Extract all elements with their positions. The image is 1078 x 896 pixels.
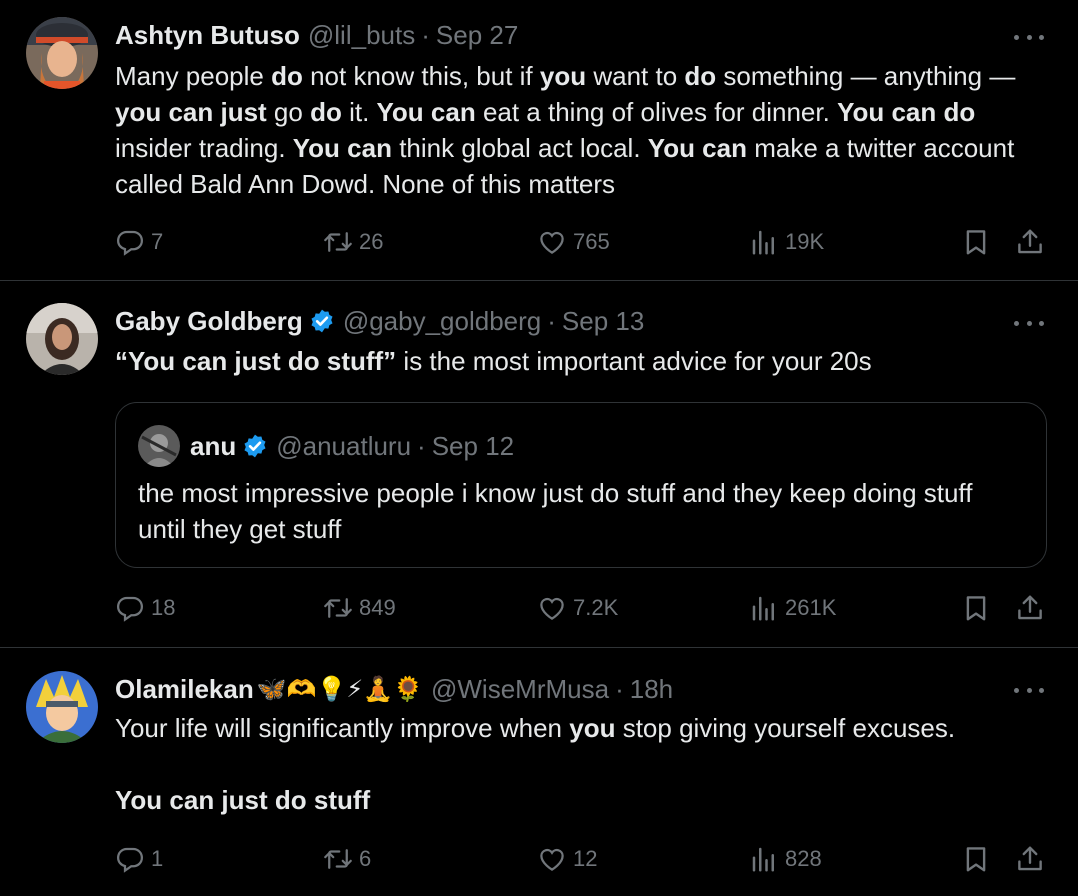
action-bar: 1 6 12 828 bbox=[115, 841, 1050, 877]
views-count: 19K bbox=[785, 229, 825, 254]
reply-button[interactable]: 1 bbox=[115, 841, 163, 877]
more-icon[interactable] bbox=[1014, 313, 1044, 333]
more-icon[interactable] bbox=[1014, 27, 1044, 47]
retweet-count: 26 bbox=[359, 229, 384, 254]
author-name[interactable]: Gaby Goldberg bbox=[115, 305, 303, 337]
views-button[interactable]: 19K bbox=[749, 224, 824, 260]
heart-icon bbox=[537, 844, 567, 874]
author-name[interactable]: Ashtyn Butuso bbox=[115, 19, 300, 51]
author-handle[interactable]: @gaby_goldberg bbox=[343, 305, 541, 337]
quoted-text: the most impressive people i know just d… bbox=[138, 478, 973, 544]
reply-count: 18 bbox=[151, 595, 176, 620]
verified-badge-icon bbox=[309, 308, 335, 334]
views-icon bbox=[749, 593, 779, 623]
bookmark-icon bbox=[961, 844, 991, 874]
bookmark-icon bbox=[961, 227, 991, 257]
like-count: 7.2K bbox=[573, 595, 619, 620]
retweet-icon bbox=[323, 593, 353, 623]
like-count: 765 bbox=[573, 229, 610, 254]
retweet-button[interactable]: 6 bbox=[323, 841, 371, 877]
heart-icon bbox=[537, 593, 567, 623]
tweet-text: Your life will significantly improve whe… bbox=[115, 713, 956, 815]
separator: · bbox=[417, 431, 426, 461]
action-bar: 7 26 765 19K bbox=[115, 224, 1050, 260]
separator: · bbox=[547, 306, 556, 336]
author-handle[interactable]: @lil_buts bbox=[308, 19, 415, 51]
action-bar: 18 849 7.2K 261K bbox=[115, 590, 1050, 626]
bookmark-icon bbox=[961, 593, 991, 623]
heart-icon bbox=[537, 227, 567, 257]
timestamp[interactable]: 18h bbox=[630, 673, 673, 705]
retweet-button[interactable]: 849 bbox=[323, 590, 396, 626]
tweet-text: “You can just do stuff” is the most impo… bbox=[115, 346, 872, 376]
timestamp[interactable]: Sep 27 bbox=[436, 19, 518, 51]
share-icon bbox=[1015, 844, 1045, 874]
views-button[interactable]: 261K bbox=[749, 590, 836, 626]
tweet[interactable]: Ashtyn Butuso @lil_buts · Sep 27 Many pe… bbox=[0, 0, 1078, 281]
share-button[interactable] bbox=[1015, 841, 1051, 877]
reply-button[interactable]: 18 bbox=[115, 590, 175, 626]
retweet-count: 849 bbox=[359, 595, 396, 620]
reply-count: 1 bbox=[151, 846, 164, 871]
views-count: 261K bbox=[785, 595, 837, 620]
share-icon bbox=[1015, 227, 1045, 257]
retweet-icon bbox=[323, 844, 353, 874]
timestamp[interactable]: Sep 13 bbox=[562, 305, 644, 337]
like-button[interactable]: 7.2K bbox=[537, 590, 618, 626]
avatar[interactable] bbox=[26, 17, 98, 89]
separator: · bbox=[421, 20, 430, 50]
verified-badge-icon bbox=[242, 433, 268, 459]
bookmark-button[interactable] bbox=[961, 841, 997, 877]
views-button[interactable]: 828 bbox=[749, 841, 822, 877]
author-handle[interactable]: @WiseMrMusa bbox=[431, 673, 609, 705]
reply-button[interactable]: 7 bbox=[115, 224, 163, 260]
views-count: 828 bbox=[785, 846, 822, 871]
bookmark-button[interactable] bbox=[961, 224, 997, 260]
author-name[interactable]: Olamilekan bbox=[115, 673, 254, 705]
like-button[interactable]: 765 bbox=[537, 224, 610, 260]
avatar[interactable] bbox=[26, 671, 98, 743]
tweet[interactable]: Olamilekan 🦋🫶💡⚡🧘🌻 @WiseMrMusa · 18h Your… bbox=[0, 648, 1078, 896]
avatar[interactable] bbox=[26, 303, 98, 375]
share-button[interactable] bbox=[1015, 224, 1051, 260]
retweet-count: 6 bbox=[359, 846, 372, 871]
quoted-author-handle[interactable]: @anuatluru bbox=[276, 430, 411, 462]
retweet-icon bbox=[323, 227, 353, 257]
tweet[interactable]: Gaby Goldberg @gaby_goldberg · Sep 13 “Y… bbox=[0, 281, 1078, 648]
quoted-tweet[interactable]: anu @anuatluru · Sep 12 the most impress… bbox=[115, 402, 1047, 568]
views-icon bbox=[749, 227, 779, 257]
name-emoji: 🦋🫶💡⚡🧘🌻 bbox=[256, 675, 423, 703]
quoted-author-name[interactable]: anu bbox=[190, 430, 236, 462]
reply-icon bbox=[115, 593, 145, 623]
share-icon bbox=[1015, 593, 1045, 623]
quoted-timestamp[interactable]: Sep 12 bbox=[432, 430, 514, 462]
more-icon[interactable] bbox=[1014, 680, 1044, 700]
bookmark-button[interactable] bbox=[961, 590, 997, 626]
like-count: 12 bbox=[573, 846, 598, 871]
tweet-text: Many people do not know this, but if you… bbox=[115, 61, 1016, 199]
views-icon bbox=[749, 844, 779, 874]
reply-icon bbox=[115, 227, 145, 257]
reply-icon bbox=[115, 844, 145, 874]
quoted-avatar[interactable] bbox=[138, 425, 180, 467]
like-button[interactable]: 12 bbox=[537, 841, 597, 877]
reply-count: 7 bbox=[151, 229, 164, 254]
retweet-button[interactable]: 26 bbox=[323, 224, 383, 260]
separator: · bbox=[615, 674, 624, 704]
share-button[interactable] bbox=[1015, 590, 1051, 626]
